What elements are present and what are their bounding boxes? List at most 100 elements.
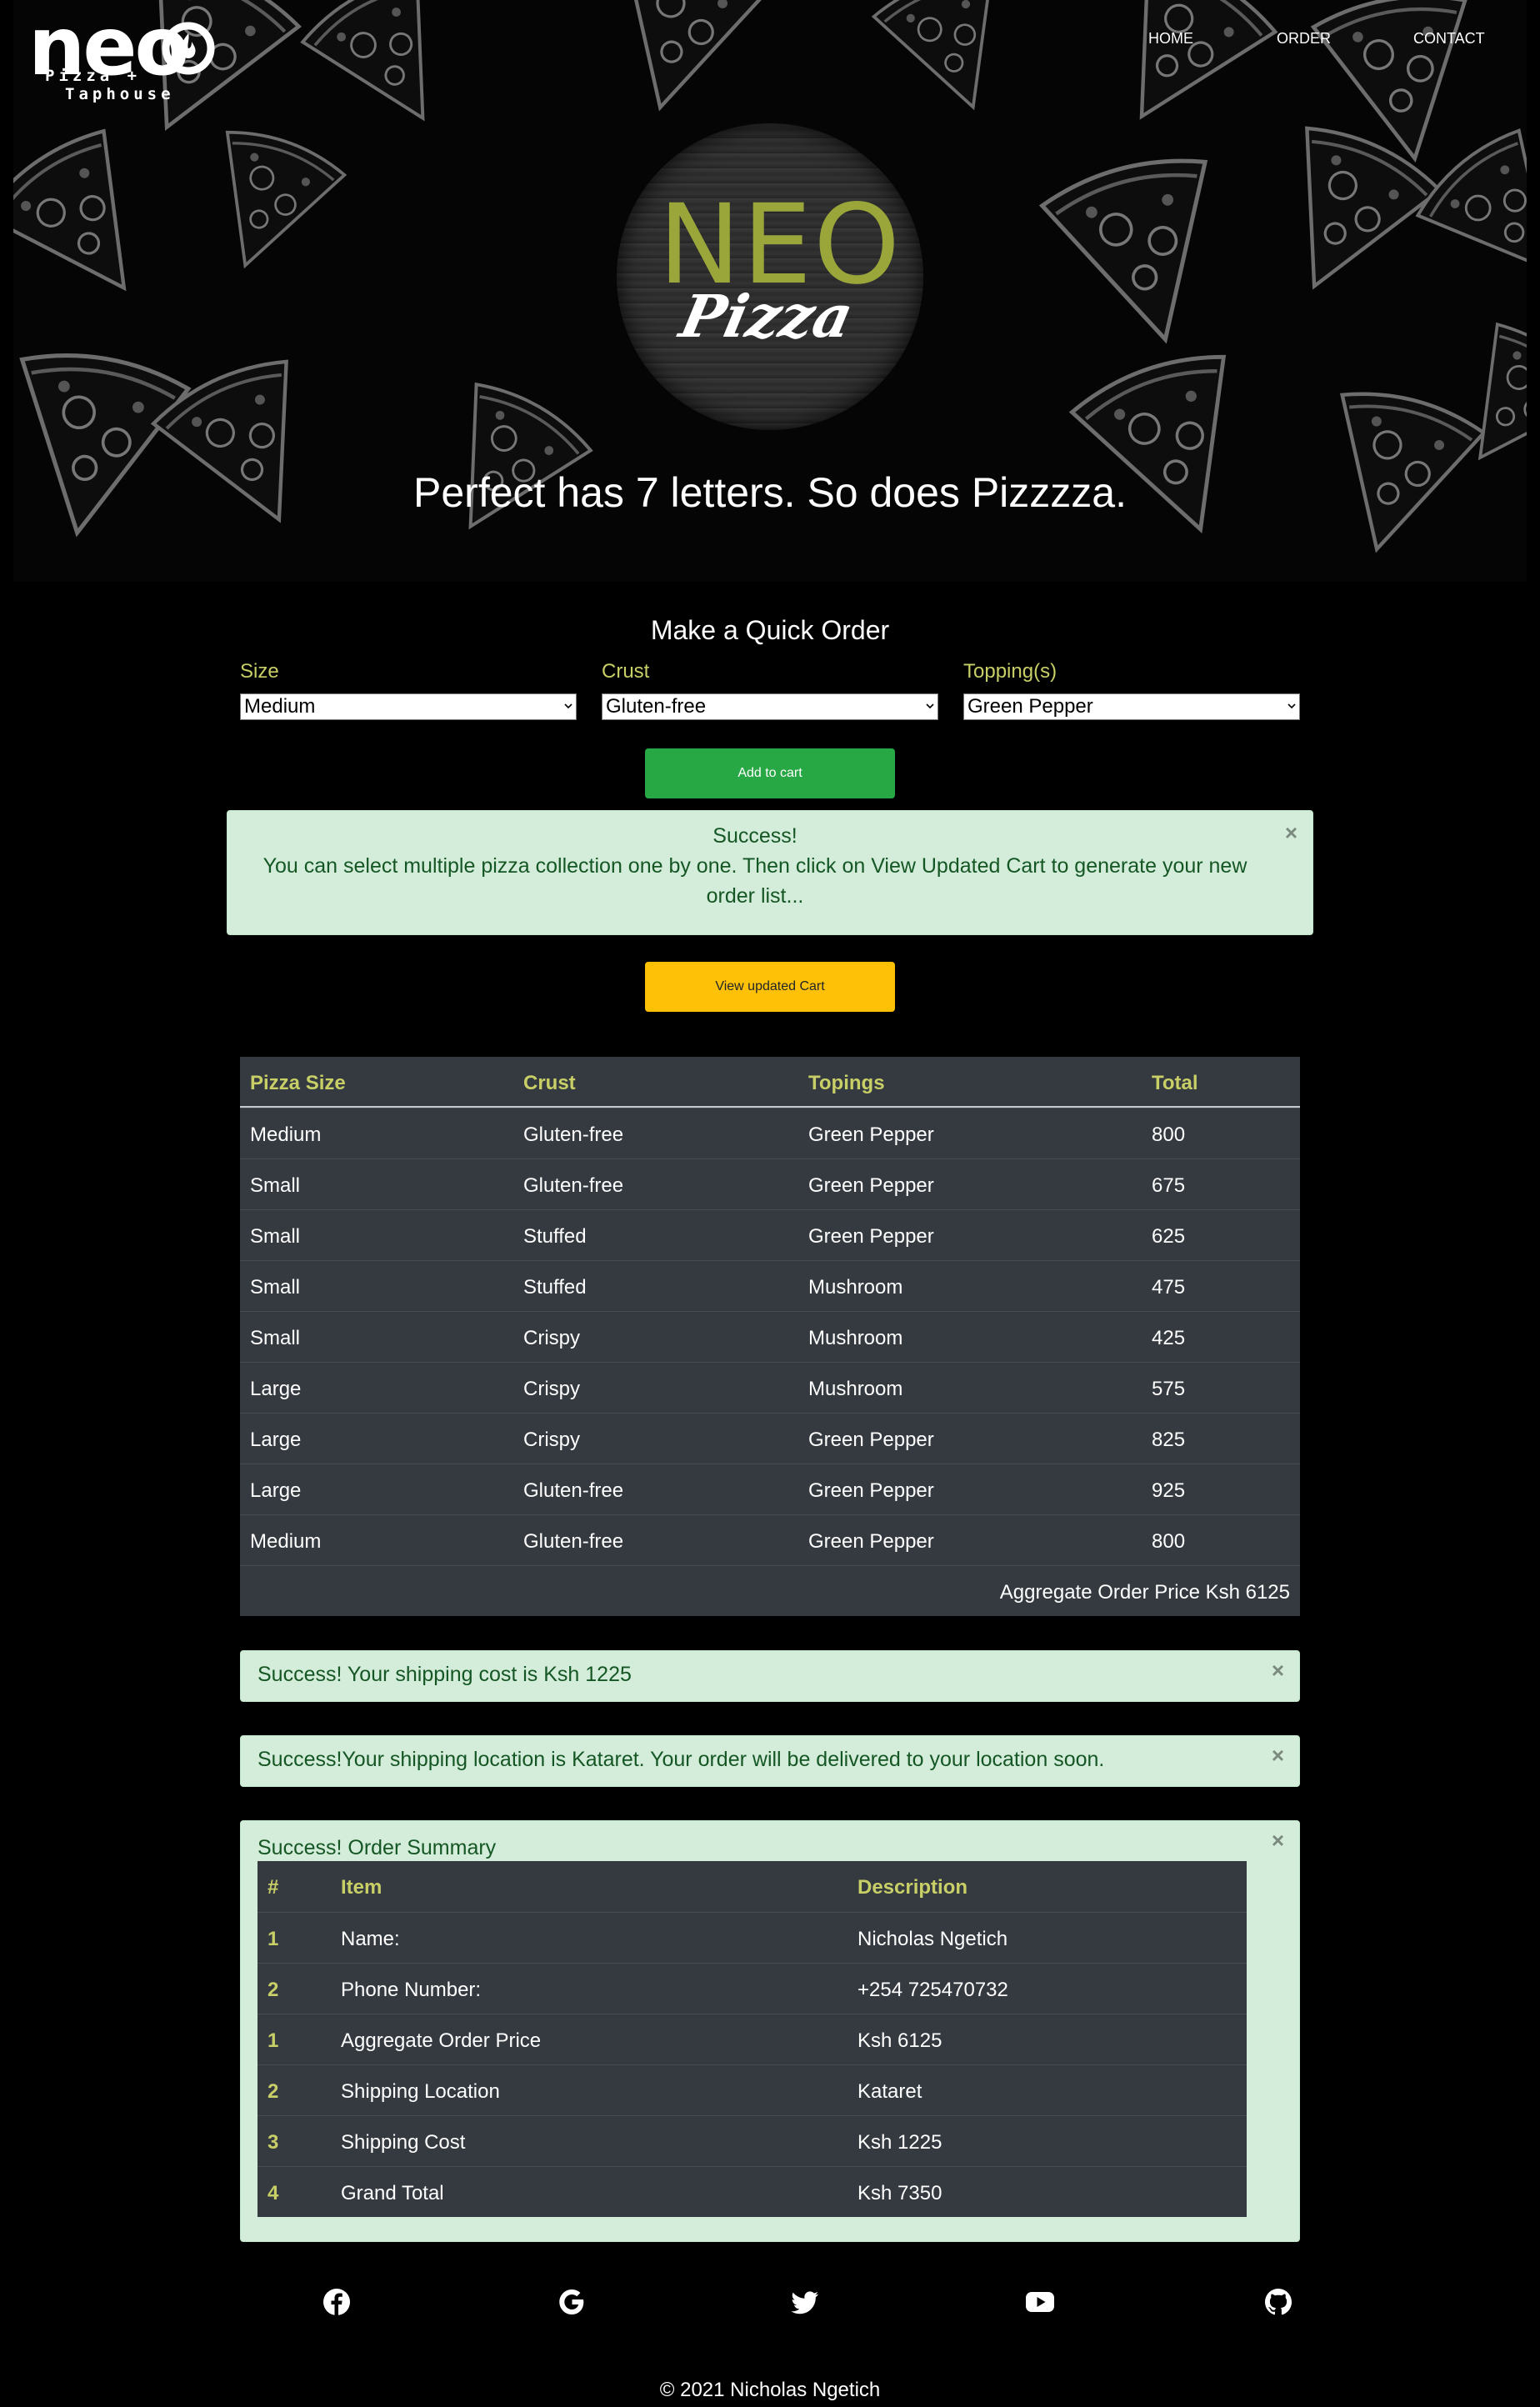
info-alert-message: You can select multiple pizza collection… (262, 854, 1248, 908)
table-row: Small Stuffed Green Pepper 625 (240, 1209, 1300, 1260)
table-cell: Nicholas Ngetich (858, 1928, 1008, 1950)
table-row: Large Crispy Green Pepper 825 (240, 1413, 1300, 1464)
youtube-icon[interactable] (1025, 2287, 1055, 2317)
size-label: Size (240, 660, 279, 683)
nav-home-link[interactable]: HOME (1148, 30, 1193, 48)
size-select[interactable]: Medium (240, 693, 577, 720)
table-cell: 675 (1152, 1174, 1186, 1197)
row-number: # (268, 1876, 279, 1899)
shipping-cost-message: Success! Your shipping cost is Ksh 1225 (258, 1663, 632, 1686)
close-icon[interactable]: × (1285, 818, 1298, 848)
table-cell: Ksh 7350 (858, 2182, 942, 2204)
table-cell: 800 (1152, 1123, 1186, 1146)
table-cell: Green Pepper (808, 1530, 934, 1553)
table-cell: Gluten-free (523, 1123, 624, 1146)
table-cell: Green Pepper (808, 1225, 934, 1248)
table-cell: Description (858, 1876, 968, 1899)
nav-order-link[interactable]: ORDER (1277, 30, 1331, 48)
table-cell: Small (250, 1225, 301, 1248)
table-cell: Crispy (523, 1327, 581, 1349)
table-cell: Large (250, 1378, 302, 1400)
crust-label: Crust (602, 660, 650, 683)
table-row: Medium Gluten-free Green Pepper 800 (240, 1514, 1300, 1565)
crust-select-value: Gluten-free (606, 695, 707, 718)
table-cell: Item (341, 1876, 382, 1899)
table-row: Large Gluten-free Green Pepper 925 (240, 1464, 1300, 1514)
pizza-slice-decoration (1066, 0, 1293, 164)
table-cell: Small (250, 1276, 301, 1299)
table-cell: 425 (1152, 1327, 1186, 1349)
table-cell: Large (250, 1479, 302, 1502)
chevron-down-icon (926, 703, 934, 709)
github-icon[interactable] (1263, 2287, 1293, 2317)
table-cell: Aggregate Order Price (341, 2029, 542, 2052)
table-row: Small Gluten-free Green Pepper 675 (240, 1158, 1300, 1209)
crust-select[interactable]: Gluten-free (602, 693, 938, 720)
add-to-cart-button[interactable]: Add to cart (645, 748, 895, 798)
table-cell: Green Pepper (808, 1429, 934, 1451)
order-summary-title: Success! Order Summary (258, 1836, 497, 1859)
table-cell: Kataret (858, 2080, 922, 2103)
table-cell: +254 725470732 (858, 1979, 1008, 2001)
table-cell: Shipping Location (341, 2080, 500, 2103)
summary-row: 4 Grand Total Ksh 7350 (258, 2166, 1247, 2217)
table-cell: Grand Total (341, 2182, 444, 2204)
table-cell: Stuffed (523, 1276, 587, 1299)
table-cell: 475 (1152, 1276, 1186, 1299)
table-cell: Crispy (523, 1378, 581, 1400)
table-cell: Shipping Cost (341, 2131, 466, 2154)
order-summary-alert: Success! Order Summary × # Item Descriptio… (240, 1820, 1300, 2242)
table-row: Medium Gluten-free Green Pepper 800 (240, 1108, 1300, 1158)
row-number: 2 (268, 1979, 279, 2001)
table-cell: 575 (1152, 1378, 1186, 1400)
aggregate-price: Aggregate Order Price Ksh 6125 (999, 1581, 1290, 1604)
summary-row: 1 Name: Nicholas Ngetich (258, 1912, 1247, 1963)
close-icon[interactable]: × (1272, 1743, 1284, 1769)
pizza-slice-decoration (286, 0, 491, 161)
top-nav: HOME ORDER CONTACT (0, 30, 1540, 50)
table-cell: 925 (1152, 1479, 1186, 1502)
close-icon[interactable]: × (1272, 1828, 1284, 1854)
table-cell: Crispy (523, 1429, 581, 1451)
view-cart-button[interactable]: View updated Cart (645, 962, 895, 1012)
table-cell: 825 (1152, 1429, 1186, 1451)
table-row: Large Crispy Mushroom 575 (240, 1362, 1300, 1413)
logo-tagline-1: Pizza + (45, 67, 142, 85)
table-row: Small Crispy Mushroom 425 (240, 1311, 1300, 1362)
summary-header-row: # Item Description (258, 1861, 1247, 1912)
logo-tagline-2: Taphouse (65, 85, 175, 103)
summary-row: 2 Phone Number: +254 725470732 (258, 1963, 1247, 2014)
table-cell: Small (250, 1327, 301, 1349)
pizza-slice-decoration (578, 0, 782, 135)
row-number: 4 (268, 2182, 279, 2204)
info-alert-title: Success! (712, 824, 798, 848)
table-cell: Medium (250, 1123, 322, 1146)
facebook-icon[interactable] (322, 2287, 352, 2317)
table-row: Small Stuffed Mushroom 475 (240, 1260, 1300, 1311)
topping-select-value: Green Pepper (968, 695, 1093, 718)
brand-logo[interactable]: neo Pizza + Taphouse (28, 7, 215, 108)
nav-contact-link[interactable]: CONTACT (1413, 30, 1485, 48)
topping-select[interactable]: Green Pepper (963, 693, 1300, 720)
pizza-slice-decoration (1054, 333, 1289, 568)
table-cell: Small (250, 1174, 301, 1197)
table-cell: Green Pepper (808, 1479, 934, 1502)
close-icon[interactable]: × (1272, 1658, 1284, 1684)
table-cell: Medium (250, 1530, 322, 1553)
shipping-cost-alert: Success! Your shipping cost is Ksh 1225 … (240, 1650, 1300, 1702)
table-cell: Phone Number: (341, 1979, 482, 2001)
pizza-slice-decoration (13, 109, 196, 342)
twitter-icon[interactable] (790, 2287, 820, 2317)
order-summary-table: # Item Description 1 Name: Nicholas Ngetich 2 P… (258, 1861, 1247, 2217)
shipping-location-message: Success!Your shipping location is Katare… (258, 1748, 1105, 1771)
table-cell: Green Pepper (808, 1123, 934, 1146)
footer-copyright: © 2021 Nicholas Ngetich (659, 2379, 881, 2401)
summary-row: 3 Shipping Cost Ksh 1225 (258, 2115, 1247, 2166)
shipping-location-alert: Success!Your shipping location is Katare… (240, 1735, 1300, 1787)
chevron-down-icon (564, 703, 572, 709)
table-cell: 800 (1152, 1530, 1186, 1553)
google-icon[interactable] (557, 2287, 587, 2317)
row-number: 2 (268, 2080, 279, 2103)
table-cell: Ksh 1225 (858, 2131, 942, 2154)
topping-label: Topping(s) (963, 660, 1058, 683)
